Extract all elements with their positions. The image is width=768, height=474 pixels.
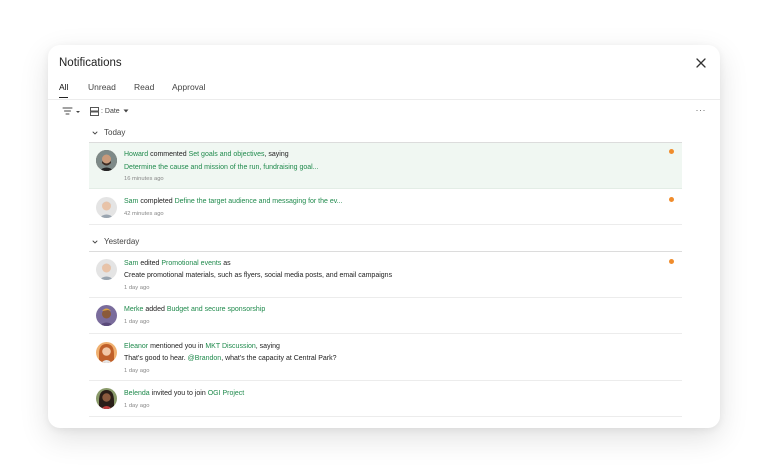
channel-link[interactable]: MKT Discussion <box>205 343 255 350</box>
notification-text: Eleanor mentioned you in MKT Discussion,… <box>124 343 280 350</box>
notification-text: Howard commented Set goals and objective… <box>124 151 289 158</box>
notification-detail[interactable]: Determine the cause and mission of the r… <box>124 164 319 171</box>
sort-label: : Date <box>101 107 120 115</box>
notification-detail: That's good to hear. @Brandon, what's th… <box>124 355 337 362</box>
mention-link[interactable]: @Brandon <box>188 355 222 362</box>
user-link[interactable]: Sam <box>124 198 138 205</box>
group-label-today: Today <box>104 128 126 137</box>
user-link[interactable]: Sam <box>124 260 138 267</box>
notification-text: Belenda invited you to join OGI Project <box>124 390 245 397</box>
chevron-down-icon <box>92 240 98 244</box>
sort-button[interactable]: : Date <box>90 105 129 117</box>
caret-down-icon <box>123 109 129 113</box>
task-link[interactable]: Budget and secure sponsorship <box>167 306 265 313</box>
notification-item[interactable]: Merke added Budget and secure sponsorshi… <box>89 298 682 334</box>
avatar <box>96 305 117 326</box>
panel-header: Notifications <box>48 45 720 85</box>
filter-button[interactable] <box>62 105 82 117</box>
user-link[interactable]: Merke <box>124 306 143 313</box>
group-header-yesterday[interactable]: Yesterday <box>92 237 139 246</box>
group-by-icon <box>90 106 99 116</box>
task-link[interactable]: Promotional events <box>161 260 221 267</box>
notification-item[interactable]: Sam completed Define the target audience… <box>89 189 682 225</box>
timestamp: 1 day ago <box>124 403 150 409</box>
notification-item[interactable]: Belenda invited you to join OGI Project … <box>89 381 682 417</box>
group-header-today[interactable]: Today <box>92 128 125 137</box>
toolbar: : Date ··· <box>48 105 720 119</box>
notification-text: Merke added Budget and secure sponsorshi… <box>124 306 266 313</box>
tab-all[interactable]: All <box>59 82 69 98</box>
unread-indicator <box>669 149 674 154</box>
panel-title: Notifications <box>59 57 122 69</box>
notification-item[interactable]: Eleanor mentioned you in MKT Discussion,… <box>89 334 682 381</box>
notification-text: Sam completed Define the target audience… <box>124 198 343 205</box>
avatar <box>96 197 117 218</box>
timestamp: 1 day ago <box>124 285 150 291</box>
notification-detail: Create promotional materials, such as fl… <box>124 272 393 279</box>
user-link[interactable]: Howard <box>124 151 148 158</box>
unread-indicator <box>669 259 674 264</box>
filter-icon <box>62 107 80 115</box>
close-icon <box>696 58 706 68</box>
chevron-down-icon <box>92 131 98 135</box>
avatar <box>96 342 117 363</box>
tab-read[interactable]: Read <box>134 82 154 97</box>
tab-unread[interactable]: Unread <box>88 82 116 97</box>
task-link[interactable]: Set goals and objectives <box>189 151 265 158</box>
tab-bar: All Unread Read Approval <box>48 81 720 100</box>
user-link[interactable]: Belenda <box>124 390 150 397</box>
group-label-yesterday: Yesterday <box>104 237 140 246</box>
avatar <box>96 259 117 280</box>
timestamp: 42 minutes ago <box>124 211 164 217</box>
timestamp: 1 day ago <box>124 368 150 374</box>
project-link[interactable]: OGI Project <box>208 390 245 397</box>
avatar <box>96 388 117 409</box>
task-link[interactable]: Define the target audience and messaging… <box>175 198 343 205</box>
notifications-panel: Notifications All Unread Read Approval :… <box>48 45 720 428</box>
notification-item[interactable]: Howard commented Set goals and objective… <box>89 143 682 189</box>
timestamp: 1 day ago <box>124 319 150 325</box>
notification-item[interactable]: Sam edited Promotional events as Create … <box>89 252 682 298</box>
tab-approval[interactable]: Approval <box>172 82 206 97</box>
unread-indicator <box>669 197 674 202</box>
more-options-button[interactable]: ··· <box>696 105 707 115</box>
close-button[interactable] <box>693 55 709 71</box>
avatar <box>96 150 117 171</box>
notification-text: Sam edited Promotional events as <box>124 260 231 267</box>
timestamp: 16 minutes ago <box>124 176 164 182</box>
user-link[interactable]: Eleanor <box>124 343 148 350</box>
